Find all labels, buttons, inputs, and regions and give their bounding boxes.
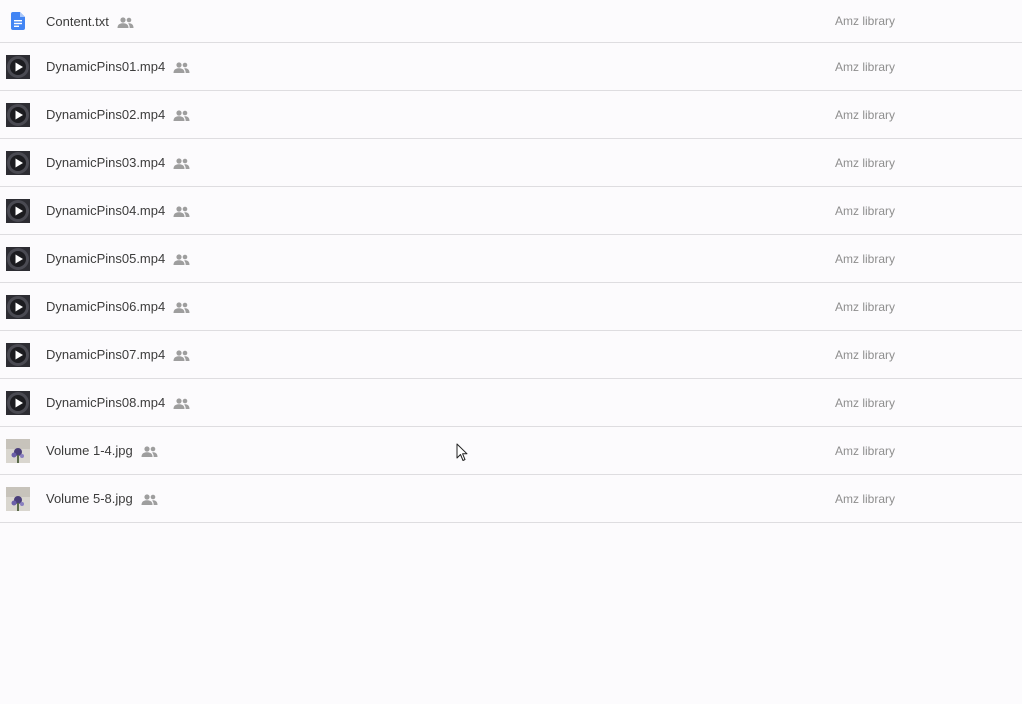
- file-location: Amz library: [835, 14, 896, 28]
- file-row[interactable]: DynamicPins01.mp4 Amz library: [0, 43, 1022, 91]
- document-icon: [6, 9, 30, 33]
- shared-people-icon: [173, 253, 190, 265]
- file-name-label: Volume 5-8.jpg: [46, 491, 133, 506]
- file-name-label: DynamicPins02.mp4: [46, 107, 166, 122]
- file-name[interactable]: DynamicPins02.mp4: [46, 107, 190, 122]
- file-name[interactable]: Content.txt: [46, 14, 134, 29]
- file-name-label: Volume 1-4.jpg: [46, 443, 133, 458]
- shared-people-icon: [173, 301, 190, 313]
- file-name[interactable]: DynamicPins06.mp4: [46, 299, 190, 314]
- file-row[interactable]: DynamicPins03.mp4 Amz library: [0, 139, 1022, 187]
- file-name[interactable]: Volume 5-8.jpg: [46, 491, 158, 506]
- file-row[interactable]: Content.txt Amz library: [0, 0, 1022, 43]
- file-name[interactable]: DynamicPins07.mp4: [46, 347, 190, 362]
- shared-people-icon: [173, 205, 190, 217]
- file-name-label: DynamicPins07.mp4: [46, 347, 166, 362]
- shared-people-icon: [141, 445, 158, 457]
- image-thumbnail-icon: [6, 486, 30, 511]
- file-row[interactable]: DynamicPins02.mp4 Amz library: [0, 91, 1022, 139]
- video-thumbnail-icon: [6, 198, 30, 223]
- file-name-label: DynamicPins08.mp4: [46, 395, 166, 410]
- file-name[interactable]: DynamicPins05.mp4: [46, 251, 190, 266]
- video-thumbnail-icon: [6, 390, 30, 415]
- file-list: Content.txt Amz library DynamicPins01.mp4 A…: [0, 0, 1022, 523]
- file-location: Amz library: [835, 203, 896, 218]
- file-location: Amz library: [835, 299, 896, 314]
- file-name-label: Content.txt: [46, 13, 109, 29]
- file-location: Amz library: [835, 347, 896, 362]
- file-name-label: DynamicPins05.mp4: [46, 251, 166, 266]
- image-thumbnail-icon: [6, 438, 30, 463]
- video-thumbnail-icon: [6, 150, 30, 175]
- shared-people-icon: [173, 61, 190, 73]
- file-location: Amz library: [835, 107, 896, 122]
- video-thumbnail-icon: [6, 54, 30, 79]
- file-row[interactable]: Volume 5-8.jpg Amz library: [0, 475, 1022, 523]
- video-thumbnail-icon: [6, 102, 30, 127]
- file-name[interactable]: DynamicPins03.mp4: [46, 155, 190, 170]
- file-name-label: DynamicPins03.mp4: [46, 155, 166, 170]
- shared-people-icon: [173, 349, 190, 361]
- file-location: Amz library: [835, 251, 896, 266]
- file-location: Amz library: [835, 395, 896, 410]
- file-name-label: DynamicPins04.mp4: [46, 203, 166, 218]
- file-name[interactable]: DynamicPins08.mp4: [46, 395, 190, 410]
- file-row[interactable]: DynamicPins04.mp4 Amz library: [0, 187, 1022, 235]
- file-location: Amz library: [835, 155, 896, 170]
- video-thumbnail-icon: [6, 294, 30, 319]
- file-row[interactable]: Volume 1-4.jpg Amz library: [0, 427, 1022, 475]
- file-name[interactable]: DynamicPins04.mp4: [46, 203, 190, 218]
- shared-people-icon: [173, 397, 190, 409]
- video-thumbnail-icon: [6, 342, 30, 367]
- file-location: Amz library: [835, 59, 896, 74]
- shared-people-icon: [117, 16, 134, 28]
- file-location: Amz library: [835, 443, 896, 458]
- shared-people-icon: [141, 493, 158, 505]
- shared-people-icon: [173, 157, 190, 169]
- shared-people-icon: [173, 109, 190, 121]
- file-row[interactable]: DynamicPins06.mp4 Amz library: [0, 283, 1022, 331]
- video-thumbnail-icon: [6, 246, 30, 271]
- file-name-label: DynamicPins01.mp4: [46, 59, 166, 74]
- file-name[interactable]: DynamicPins01.mp4: [46, 59, 190, 74]
- file-row[interactable]: DynamicPins07.mp4 Amz library: [0, 331, 1022, 379]
- file-name-label: DynamicPins06.mp4: [46, 299, 166, 314]
- file-name[interactable]: Volume 1-4.jpg: [46, 443, 158, 458]
- file-row[interactable]: DynamicPins05.mp4 Amz library: [0, 235, 1022, 283]
- file-location: Amz library: [835, 491, 896, 506]
- file-row[interactable]: DynamicPins08.mp4 Amz library: [0, 379, 1022, 427]
